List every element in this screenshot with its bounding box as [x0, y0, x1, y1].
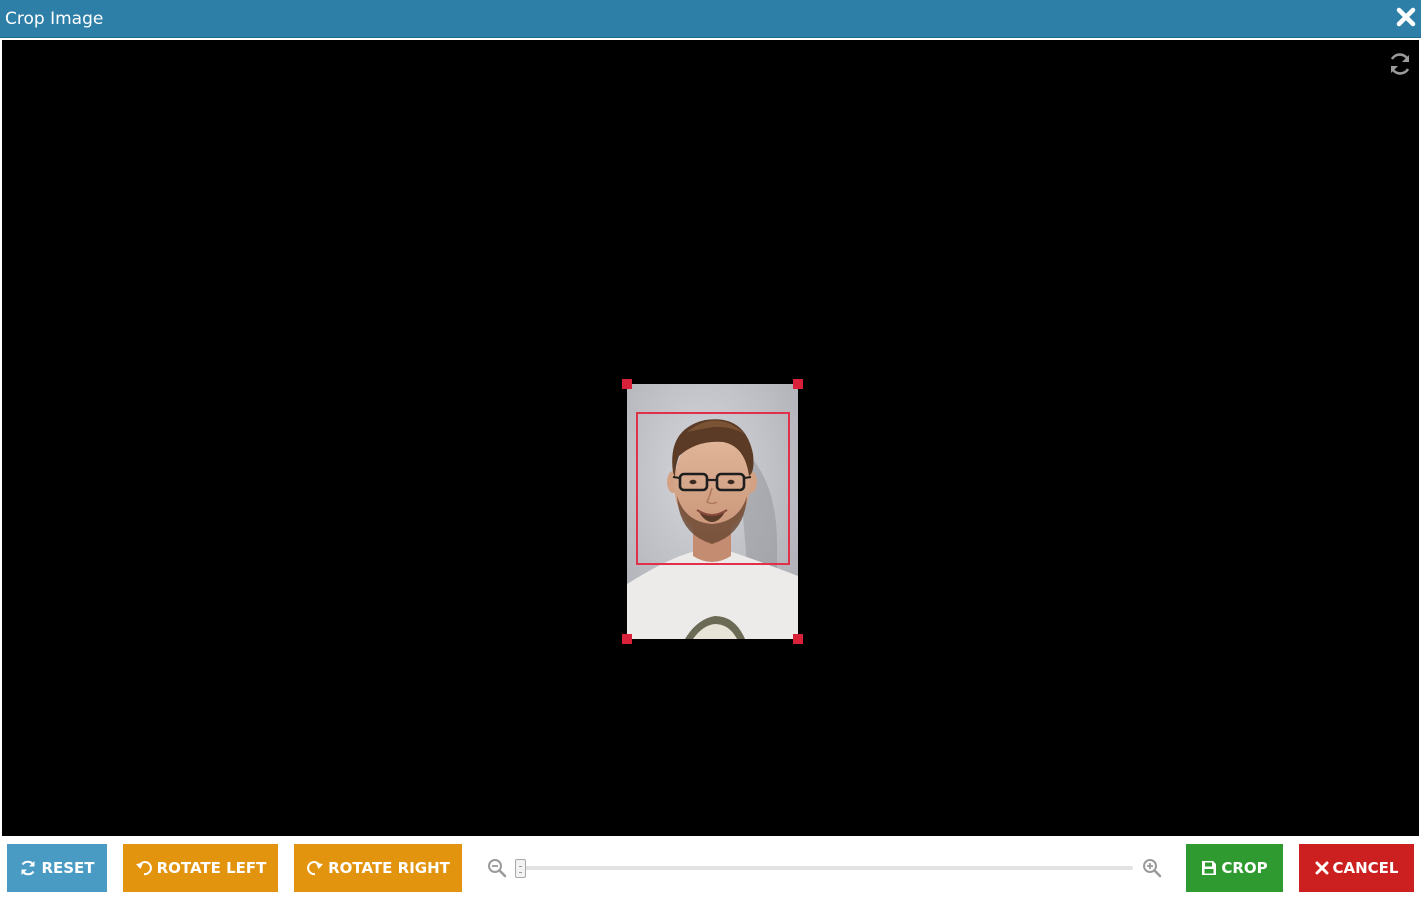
- zoom-in-icon[interactable]: [1142, 858, 1162, 878]
- close-icon: [1315, 861, 1328, 875]
- reset-button[interactable]: RESET: [7, 844, 107, 892]
- reset-button-label: RESET: [41, 859, 95, 877]
- crop-button[interactable]: CROP: [1186, 844, 1283, 892]
- refresh-icon: [21, 860, 35, 876]
- resize-handle-bottom-left[interactable]: [622, 634, 632, 644]
- save-icon: [1202, 861, 1217, 875]
- cancel-button-label: CANCEL: [1332, 859, 1399, 877]
- crop-button-label: CROP: [1221, 859, 1268, 877]
- dialog-titlebar: Crop Image: [0, 0, 1421, 38]
- crop-image-dialog: Crop Image RESET ROTATE LEFT ROTATE RIGH…: [0, 0, 1421, 898]
- resize-handle-top-left[interactable]: [622, 379, 632, 389]
- resize-handle-top-right[interactable]: [793, 379, 803, 389]
- cancel-button[interactable]: CANCEL: [1299, 844, 1414, 892]
- refresh-icon[interactable]: [1387, 51, 1413, 77]
- crop-toolbar: RESET ROTATE LEFT ROTATE RIGHT CROP CANC…: [0, 836, 1421, 898]
- dialog-title: Crop Image: [5, 9, 104, 29]
- zoom-out-icon[interactable]: [487, 858, 507, 878]
- rotate-left-button-label: ROTATE LEFT: [156, 859, 267, 877]
- rotate-left-button[interactable]: ROTATE LEFT: [123, 844, 278, 892]
- resize-handle-bottom-right[interactable]: [793, 634, 803, 644]
- rotate-right-button-label: ROTATE RIGHT: [328, 859, 450, 877]
- rotate-left-icon: [135, 861, 152, 876]
- zoom-slider-thumb[interactable]: [515, 859, 526, 878]
- crop-selection-box[interactable]: [636, 412, 790, 565]
- rotate-right-button[interactable]: ROTATE RIGHT: [294, 844, 462, 892]
- zoom-slider-track[interactable]: [523, 866, 1133, 870]
- close-icon[interactable]: [1395, 6, 1417, 28]
- rotate-right-icon: [307, 861, 324, 876]
